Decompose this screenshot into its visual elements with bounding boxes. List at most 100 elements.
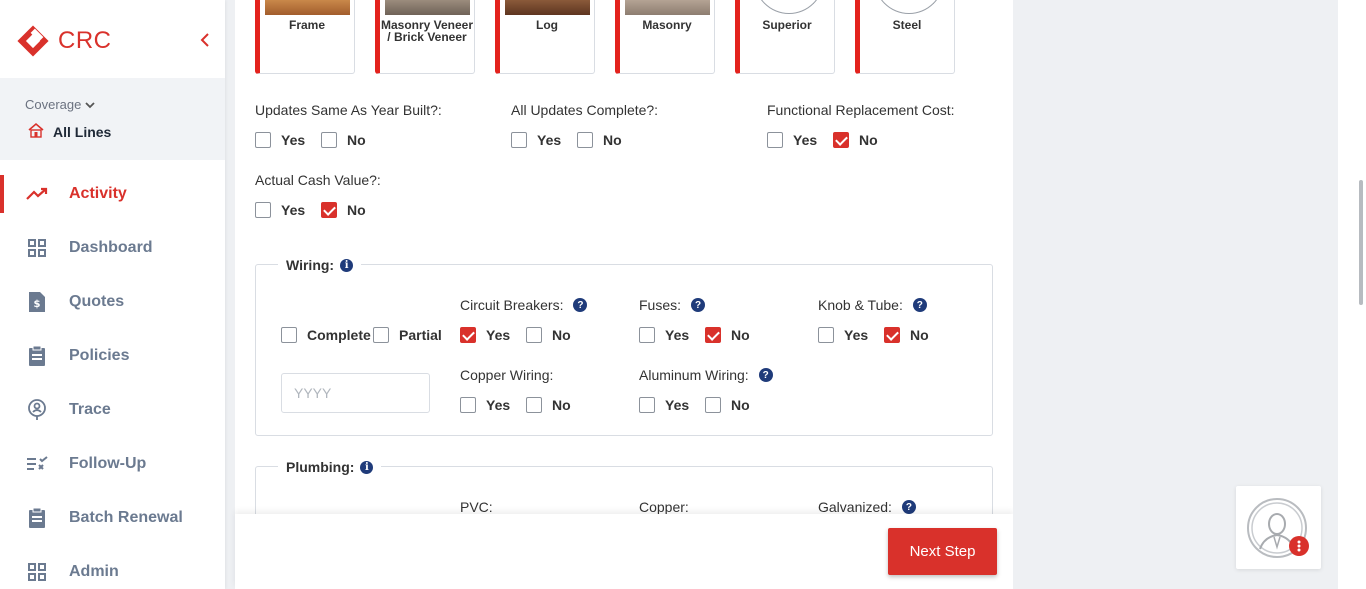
coverage-value-row: All Lines [27, 122, 111, 141]
sidebar-item-quotes[interactable]: $ Quotes [0, 275, 225, 329]
sidebar-item-label: Policies [69, 347, 130, 364]
checkbox-checked[interactable] [884, 327, 900, 343]
option-label: Yes [281, 132, 306, 148]
all-updates-label: All Updates Complete?: [511, 102, 659, 118]
sidebar-item-admin[interactable]: Admin [0, 545, 225, 589]
checkbox[interactable] [321, 132, 337, 148]
checkbox-checked[interactable] [705, 327, 721, 343]
checkbox-checked[interactable] [833, 132, 849, 148]
aluminum-label: Aluminum Wiring: [639, 367, 749, 383]
checkbox[interactable] [255, 202, 271, 218]
sidebar-item-dashboard[interactable]: Dashboard [0, 221, 225, 275]
copper-wiring-yes[interactable]: Yes [460, 397, 510, 413]
functional-no[interactable]: No [833, 132, 878, 148]
wiring-partial[interactable]: Partial [373, 327, 442, 343]
aluminum-no[interactable]: No [705, 397, 750, 413]
sidebar-item-label: Quotes [69, 293, 125, 310]
copper-wiring-no[interactable]: No [526, 397, 571, 413]
circuit-label: Circuit Breakers: [460, 297, 564, 313]
checkbox[interactable] [639, 327, 655, 343]
sidebar-item-follow-up[interactable]: Follow-Up [0, 437, 225, 491]
aluminum-yes[interactable]: Yes [639, 397, 689, 413]
superior-image [754, 0, 824, 14]
circuit-label-row: Circuit Breakers:? [460, 297, 588, 313]
tile-masonry[interactable]: Masonry [615, 0, 715, 74]
option-label: Partial [399, 327, 442, 343]
tile-log[interactable]: Log [495, 0, 595, 74]
fuses-no[interactable]: No [705, 327, 750, 343]
checkbox[interactable] [767, 132, 783, 148]
functional-yes[interactable]: Yes [767, 132, 817, 148]
updates-same-no[interactable]: No [321, 132, 366, 148]
checkbox[interactable] [577, 132, 593, 148]
all-updates-yes[interactable]: Yes [511, 132, 561, 148]
option-label: No [731, 397, 750, 413]
checkbox[interactable] [511, 132, 527, 148]
checkbox[interactable] [639, 397, 655, 413]
sidebar-item-policies[interactable]: Policies [0, 329, 225, 383]
checkbox[interactable] [373, 327, 389, 343]
info-icon[interactable]: i [360, 460, 374, 474]
fuses-yes[interactable]: Yes [639, 327, 689, 343]
circuit-no[interactable]: No [526, 327, 571, 343]
coverage-selector[interactable]: Coverage All Lines [0, 78, 225, 160]
checkbox[interactable] [526, 397, 542, 413]
circuit-yes[interactable]: Yes [460, 327, 510, 343]
aluminum-label-row: Aluminum Wiring:? [639, 367, 773, 383]
option-label: Complete [307, 327, 371, 343]
coverage-label-row: Coverage [25, 97, 96, 112]
crc-logo[interactable]: CRC [16, 24, 112, 58]
sidebar-item-label: Activity [69, 185, 127, 202]
option-label: No [603, 132, 622, 148]
crc-logo-icon [16, 24, 50, 58]
knob-no[interactable]: No [884, 327, 929, 343]
tile-frame[interactable]: Frame [255, 0, 355, 74]
collapse-sidebar-icon[interactable] [198, 31, 212, 49]
sidebar-item-label: Follow-Up [69, 455, 147, 472]
wiring-year-input[interactable] [281, 373, 430, 413]
clipboard-icon [26, 507, 48, 529]
help-icon[interactable]: ? [758, 368, 773, 382]
plumbing-title: Plumbing: [286, 459, 355, 475]
checkbox[interactable] [818, 327, 834, 343]
tile-superior[interactable]: Superior [735, 0, 835, 74]
acv-no[interactable]: No [321, 202, 366, 218]
checkbox[interactable] [526, 327, 542, 343]
sidebar-item-trace[interactable]: Trace [0, 383, 225, 437]
checkbox-checked[interactable] [460, 327, 476, 343]
help-icon[interactable]: ? [901, 500, 916, 514]
checkbox[interactable] [705, 397, 721, 413]
knob-yes[interactable]: Yes [818, 327, 868, 343]
checkbox[interactable] [281, 327, 297, 343]
updates-same-yes[interactable]: Yes [255, 132, 305, 148]
svg-text:$: $ [34, 299, 41, 310]
log-image [505, 0, 590, 15]
option-label: Yes [537, 132, 562, 148]
scrollbar-thumb[interactable] [1359, 180, 1363, 305]
help-icon[interactable]: ? [691, 298, 706, 312]
sidebar-item-batch-renewal[interactable]: Batch Renewal [0, 491, 225, 545]
next-step-button[interactable]: Next Step [888, 528, 997, 575]
masonry-veneer-image [385, 0, 470, 15]
checkbox[interactable] [460, 397, 476, 413]
notification-badge-icon [1289, 536, 1309, 556]
tile-steel[interactable]: Steel [855, 0, 955, 74]
sidebar-item-label: Dashboard [69, 239, 153, 256]
all-updates-no[interactable]: No [577, 132, 622, 148]
acv-yes[interactable]: Yes [255, 202, 305, 218]
help-icon[interactable]: ? [573, 298, 588, 312]
sidebar-item-activity[interactable]: Activity [0, 167, 225, 221]
frame-image [265, 0, 350, 15]
option-label: Yes [665, 327, 690, 343]
info-icon[interactable]: i [340, 258, 354, 272]
help-icon[interactable]: ? [912, 298, 927, 312]
checkbox[interactable] [255, 132, 271, 148]
assistant-widget[interactable] [1236, 486, 1321, 569]
clipboard-icon [26, 345, 48, 367]
checkbox-checked[interactable] [321, 202, 337, 218]
tile-masonry-veneer[interactable]: Masonry Veneer / Brick Veneer [375, 0, 475, 74]
wiring-complete[interactable]: Complete [281, 327, 371, 343]
option-label: Yes [793, 132, 818, 148]
dollar-doc-icon: $ [26, 291, 48, 313]
acv-label: Actual Cash Value?: [255, 172, 381, 188]
